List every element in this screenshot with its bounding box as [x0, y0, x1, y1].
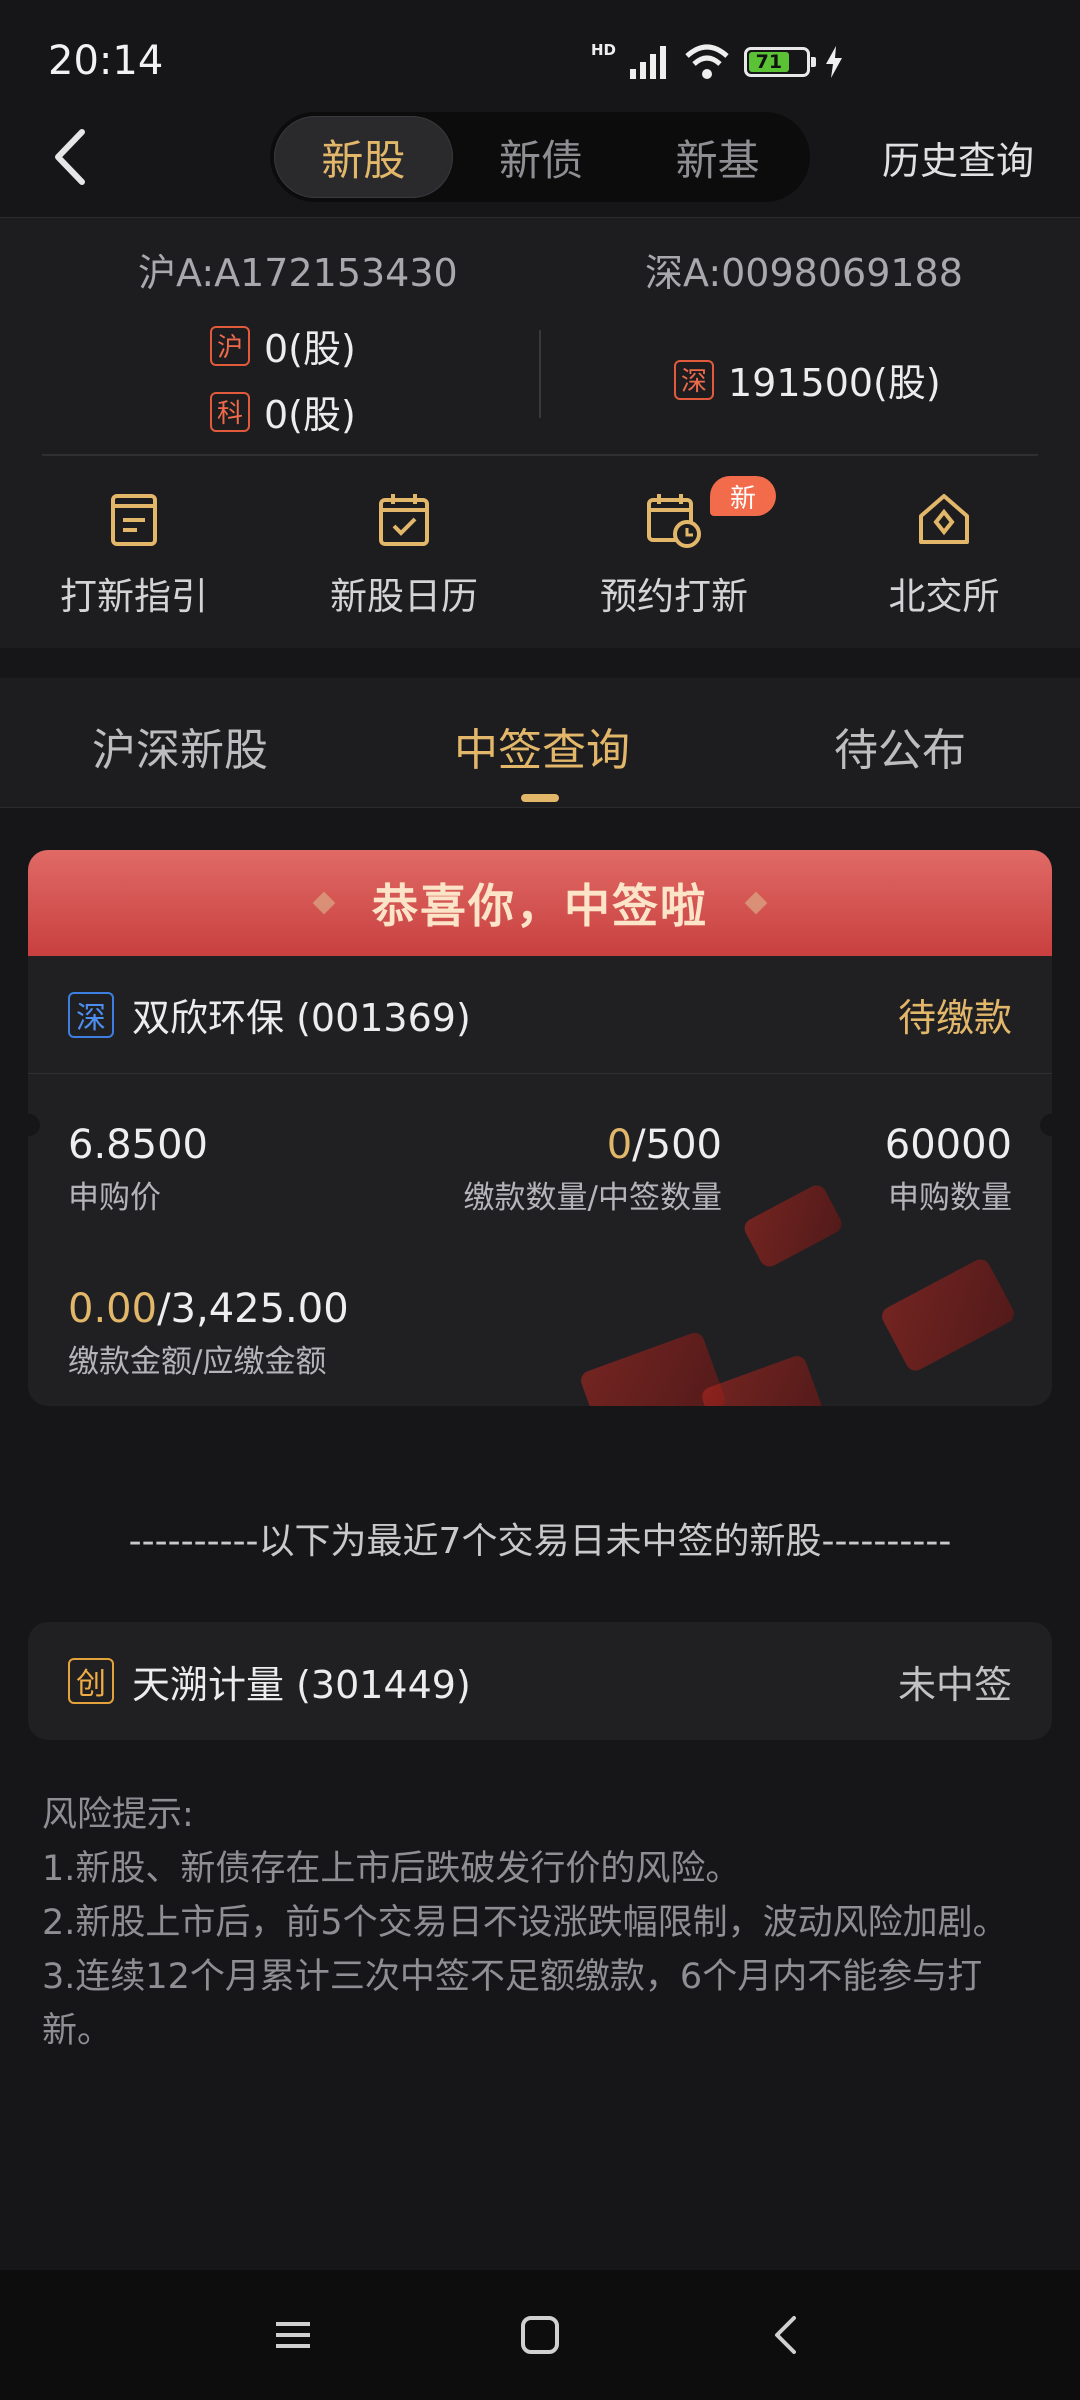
sh-market-tag: 沪 — [210, 325, 250, 366]
sz-market-tag: 深 — [68, 991, 114, 1038]
battery-icon: 71 — [744, 47, 816, 77]
sz-holding: 深 191500(股) — [674, 352, 941, 407]
winning-card[interactable]: 恭喜你，中签啦 深 双欣环保 (001369) 待缴款 6.8500 申购价 0… — [28, 850, 1052, 1406]
account-divider — [539, 330, 541, 418]
congrats-banner: 恭喜你，中签啦 — [28, 850, 1052, 956]
apply-qty: 60000 — [884, 1122, 1012, 1168]
amount-values: 0.00/3,425.00 — [68, 1286, 349, 1332]
paid-qty: 0 — [606, 1122, 633, 1168]
card-notch — [1040, 1114, 1062, 1136]
new-badge: 新 — [710, 476, 776, 516]
qty-block: 0/500 缴款数量/中签数量 — [464, 1122, 722, 1217]
segment-new-bond[interactable]: 新债 — [453, 116, 630, 198]
not-won-stock-row[interactable]: 创 天溯计量 (301449) 未中签 — [28, 1622, 1052, 1740]
won-qty: /500 — [632, 1122, 722, 1168]
tab-winning-query[interactable]: 中签查询 — [454, 714, 630, 778]
calendar-check-icon — [379, 494, 429, 546]
red-envelope-decoration — [741, 1181, 845, 1271]
kc-holding-value: 0(股) — [264, 393, 356, 437]
red-envelope-decoration — [878, 1255, 1018, 1375]
sz-account-number: 深A:0098069188 — [645, 251, 963, 295]
tool-ipo-calendar[interactable]: 新股日历 — [294, 488, 514, 620]
segment-new-stock[interactable]: 新股 — [274, 116, 453, 198]
apply-price-label: 申购价 — [68, 1180, 161, 1216]
apply-qty-block: 60000 申购数量 — [885, 1122, 1012, 1217]
tab-pending[interactable]: 待公布 — [834, 714, 966, 778]
segment-new-fund[interactable]: 新基 — [629, 116, 806, 198]
exchange-house-icon — [919, 494, 969, 544]
recent-not-won-divider: ----------以下为最近7个交易日未中签的新股---------- — [128, 1521, 952, 1562]
diamond-ornament — [744, 891, 768, 915]
apply-qty-label: 申购数量 — [888, 1180, 1012, 1216]
sh-holding: 沪 0(股) — [210, 318, 356, 373]
chinext-market-tag: 创 — [68, 1658, 114, 1704]
stock-name: 双欣环保 (001369) — [132, 996, 471, 1040]
signal-icon — [630, 46, 666, 79]
charging-icon — [826, 46, 842, 78]
winning-stock-row[interactable]: 深 双欣环保 (001369) 待缴款 — [28, 956, 1052, 1074]
sz-holding-value: 191500(股) — [728, 361, 941, 405]
card-notch — [18, 1114, 40, 1136]
wifi-icon — [685, 44, 729, 79]
home-icon[interactable] — [515, 2310, 565, 2360]
calendar-clock-icon — [647, 494, 701, 548]
risk-item: 2.新股上市后，前5个交易日不设涨跌幅限制，波动风险加剧。 — [42, 1903, 1008, 1943]
tool-label: 新股日历 — [330, 575, 478, 618]
sh-holding-value: 0(股) — [264, 327, 356, 371]
status-icons: HD 71 — [590, 41, 844, 82]
due-amount: /3,425.00 — [157, 1286, 349, 1332]
tool-bse[interactable]: 北交所 — [834, 488, 1054, 620]
risk-item: 3.连续12个月累计三次中签不足额缴款，6个月内不能参与打新。 — [42, 1957, 983, 2051]
stock-name: 天溯计量 (301449) — [132, 1662, 471, 1707]
amount-block: 0.00/3,425.00 缴款金额/应缴金额 — [68, 1286, 349, 1381]
price-block: 6.8500 申购价 — [68, 1122, 208, 1217]
history-query-link[interactable]: 历史查询 — [882, 130, 1034, 185]
tool-label: 预约打新 — [600, 575, 748, 618]
status-time: 20:14 — [48, 38, 164, 84]
tool-label: 打新指引 — [60, 575, 208, 618]
active-tab-indicator — [521, 794, 559, 802]
risk-item: 1.新股、新债存在上市后跌破发行价的风险。 — [42, 1849, 741, 1889]
product-segment-control: 新股 新债 新基 — [270, 112, 810, 202]
qty-values: 0/500 — [464, 1122, 722, 1168]
panel-divider — [42, 454, 1038, 456]
tool-label: 北交所 — [888, 575, 1000, 618]
payment-status[interactable]: 待缴款 — [898, 987, 1012, 1042]
kc-holding: 科 0(股) — [210, 384, 356, 439]
sh-account-number: 沪A:A172153430 — [138, 251, 458, 295]
kc-market-tag: 科 — [210, 391, 250, 432]
guide-icon — [111, 494, 157, 546]
paid-amount: 0.00 — [68, 1286, 158, 1332]
battery-level: 71 — [749, 51, 789, 73]
lottery-status: 未中签 — [897, 1662, 1012, 1707]
congrats-text: 恭喜你，中签啦 — [372, 879, 708, 933]
apply-price: 6.8500 — [68, 1122, 208, 1168]
back-icon[interactable] — [762, 2310, 812, 2360]
menu-icon[interactable] — [268, 2310, 318, 2360]
diamond-ornament — [312, 891, 336, 915]
back-arrow-icon[interactable] — [46, 122, 96, 192]
sz-market-tag: 深 — [674, 359, 714, 400]
risk-title: 风险提示: — [42, 1795, 194, 1835]
qty-label: 缴款数量/中签数量 — [463, 1180, 722, 1216]
amount-label: 缴款金额/应缴金额 — [68, 1344, 327, 1380]
risk-notice: 风险提示: 1.新股、新债存在上市后跌破发行价的风险。 2.新股上市后，前5个交… — [42, 1788, 1042, 2058]
tab-hs-ipo[interactable]: 沪深新股 — [92, 714, 268, 778]
tool-ipo-guide[interactable]: 打新指引 — [24, 488, 244, 620]
hd-label: HD — [590, 41, 616, 59]
